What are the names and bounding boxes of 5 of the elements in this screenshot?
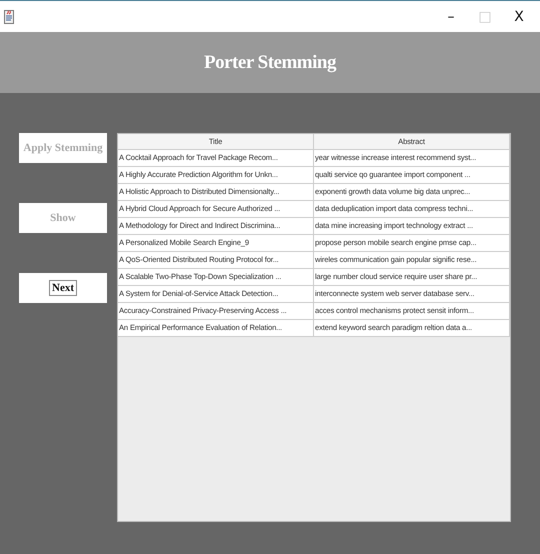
title-bar-button[interactable]: X xyxy=(504,8,534,24)
java-app-icon xyxy=(4,10,14,24)
title-bar-button[interactable]: – xyxy=(436,8,466,24)
header-title: Porter Stemming xyxy=(204,52,336,74)
action-button[interactable]: Next xyxy=(19,273,107,303)
